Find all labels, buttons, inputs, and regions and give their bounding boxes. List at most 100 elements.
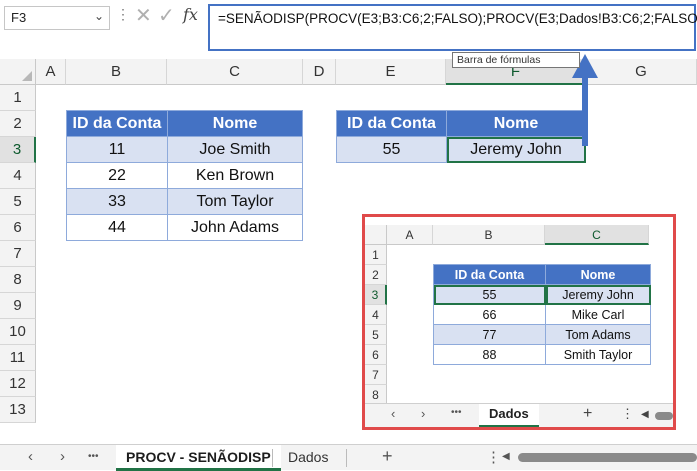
- table-row: 22 Ken Brown: [66, 162, 303, 189]
- inset-row-4[interactable]: 4: [365, 305, 387, 325]
- row-header-7[interactable]: 7: [0, 241, 36, 267]
- cell-name[interactable]: John Adams: [167, 214, 303, 241]
- row-header-13[interactable]: 13: [0, 397, 36, 423]
- cell-id[interactable]: 44: [66, 214, 168, 241]
- name-box[interactable]: F3 ⌄: [4, 6, 110, 30]
- tab-dados[interactable]: Dados: [278, 445, 338, 471]
- header-name[interactable]: Nome: [167, 110, 303, 137]
- column-header-d[interactable]: D: [303, 59, 336, 85]
- inset-column-a[interactable]: A: [387, 225, 433, 245]
- chevron-down-icon[interactable]: ⌄: [94, 9, 104, 23]
- inset-column-b[interactable]: B: [433, 225, 545, 245]
- table-row: 44 John Adams: [66, 214, 303, 241]
- inset-sheet-tab-bar: ‹ › ••• Dados + ⋮ ◀: [365, 403, 673, 427]
- inset-prev-sheet-icon[interactable]: ‹: [391, 406, 395, 421]
- row-header-4[interactable]: 4: [0, 163, 36, 189]
- arrow-up-icon: [572, 54, 598, 146]
- row-header-11[interactable]: 11: [0, 345, 36, 371]
- formula-bar-area: F3 ⌄ ⋮ ✕ ✓ fx =SENÃODISP(PROCV(E3;B3:C6;…: [0, 0, 697, 56]
- inset-row-7[interactable]: 7: [365, 365, 387, 385]
- inset-row-1[interactable]: 1: [365, 245, 387, 265]
- formula-text: =SENÃODISP(PROCV(E3;B3:C6;2;FALSO);PROCV…: [218, 11, 697, 26]
- inset-add-sheet-icon[interactable]: +: [583, 405, 592, 423]
- horizontal-scrollbar[interactable]: [518, 453, 697, 462]
- tab-procv-senaodisp[interactable]: PROCV - SENÃODISP: [116, 445, 281, 471]
- table-row: 11 Joe Smith: [66, 136, 303, 163]
- lookup-table: ID da Conta Nome 55 Jeremy John: [336, 110, 586, 163]
- prev-sheet-icon[interactable]: ‹: [28, 448, 33, 465]
- table-row: 55 Jeremy John: [433, 284, 651, 305]
- inset-select-all[interactable]: [365, 225, 387, 245]
- cell-name-selected[interactable]: Jeremy John: [446, 136, 586, 163]
- cell-name[interactable]: Tom Adams: [545, 324, 651, 345]
- add-sheet-icon[interactable]: +: [382, 446, 393, 467]
- row-header-8[interactable]: 8: [0, 267, 36, 293]
- cell-name[interactable]: Tom Taylor: [167, 188, 303, 215]
- cell-name[interactable]: Jeremy John: [545, 284, 651, 305]
- sheet-tab-bar: ‹ › ••• PROCV - SENÃODISP Dados + ⋮ ◀: [0, 444, 697, 471]
- cell-id[interactable]: 66: [433, 304, 546, 325]
- table-row: 88 Smith Taylor: [433, 344, 651, 365]
- scroll-left-icon[interactable]: ◀: [502, 451, 510, 462]
- table-row: 55 Jeremy John: [336, 136, 586, 163]
- table-header-row: ID da Conta Nome: [66, 110, 303, 137]
- accounts-table: ID da Conta Nome 11 Joe Smith 22 Ken Bro…: [66, 110, 303, 241]
- inset-next-sheet-icon[interactable]: ›: [421, 406, 425, 421]
- header-name[interactable]: Nome: [545, 264, 651, 285]
- formula-bar-tooltip: Barra de fórmulas: [452, 52, 580, 68]
- row-header-5[interactable]: 5: [0, 189, 36, 215]
- column-header-b[interactable]: B: [66, 59, 167, 85]
- row-header-6[interactable]: 6: [0, 215, 36, 241]
- cell-id[interactable]: 22: [66, 162, 168, 189]
- inset-row-6[interactable]: 6: [365, 345, 387, 365]
- column-header-g[interactable]: G: [586, 59, 697, 85]
- header-id[interactable]: ID da Conta: [336, 110, 447, 137]
- next-sheet-icon[interactable]: ›: [60, 448, 65, 465]
- row-header-1[interactable]: 1: [0, 85, 36, 111]
- inset-horizontal-scrollbar[interactable]: [655, 412, 673, 420]
- tab-divider: [272, 449, 273, 467]
- inset-more-sheets-icon[interactable]: •••: [451, 407, 462, 418]
- cell-id[interactable]: 33: [66, 188, 168, 215]
- column-header-c[interactable]: C: [167, 59, 303, 85]
- inset-row-3[interactable]: 3: [365, 285, 387, 305]
- cell-name[interactable]: Mike Carl: [545, 304, 651, 325]
- more-sheets-icon[interactable]: •••: [88, 451, 99, 462]
- row-header-2[interactable]: 2: [0, 111, 36, 137]
- column-header-e[interactable]: E: [336, 59, 446, 85]
- row-header-12[interactable]: 12: [0, 371, 36, 397]
- cell-id[interactable]: 55: [336, 136, 447, 163]
- header-id[interactable]: ID da Conta: [433, 264, 546, 285]
- table-header-row: ID da Conta Nome: [336, 110, 586, 137]
- cell-id[interactable]: 77: [433, 324, 546, 345]
- formula-input[interactable]: =SENÃODISP(PROCV(E3;B3:C6;2;FALSO);PROCV…: [208, 4, 697, 51]
- row-header-10[interactable]: 10: [0, 319, 36, 345]
- row-header-3[interactable]: 3: [0, 137, 36, 163]
- inset-row-5[interactable]: 5: [365, 325, 387, 345]
- cell-id[interactable]: 55: [433, 284, 546, 305]
- more-icon[interactable]: ⋮: [116, 6, 130, 23]
- cell-id[interactable]: 11: [66, 136, 168, 163]
- select-all-corner[interactable]: [0, 59, 36, 85]
- inset-row-2[interactable]: 2: [365, 265, 387, 285]
- inset-scroll-left-icon[interactable]: ◀: [641, 409, 649, 420]
- inset-tab-dados[interactable]: Dados: [479, 404, 539, 427]
- inset-row-8[interactable]: 8: [365, 385, 387, 405]
- cancel-icon[interactable]: ✕: [135, 3, 152, 28]
- cell-name[interactable]: Smith Taylor: [545, 344, 651, 365]
- insert-function-icon[interactable]: fx: [183, 5, 198, 24]
- cell-name[interactable]: Joe Smith: [167, 136, 303, 163]
- inset-column-c[interactable]: C: [545, 225, 649, 245]
- column-header-a[interactable]: A: [36, 59, 66, 85]
- tab-divider: [346, 449, 347, 467]
- inset-options-icon[interactable]: ⋮: [621, 406, 634, 422]
- enter-icon[interactable]: ✓: [158, 3, 175, 28]
- options-icon[interactable]: ⋮: [486, 448, 501, 466]
- header-id[interactable]: ID da Conta: [66, 110, 168, 137]
- cell-id[interactable]: 88: [433, 344, 546, 365]
- header-name[interactable]: Nome: [446, 110, 586, 137]
- name-box-value: F3: [11, 10, 27, 25]
- row-header-9[interactable]: 9: [0, 293, 36, 319]
- table-row: 77 Tom Adams: [433, 324, 651, 345]
- cell-name[interactable]: Ken Brown: [167, 162, 303, 189]
